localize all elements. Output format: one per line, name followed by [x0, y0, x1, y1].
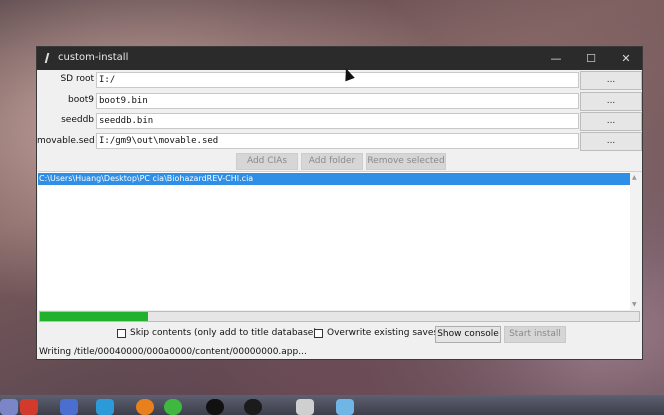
title-bar[interactable]: custom-install — ☐ ✕	[37, 47, 642, 70]
maximize-button[interactable]: ☐	[574, 47, 608, 70]
seeddb-field[interactable]: seeddb.bin	[96, 113, 579, 129]
cia-list[interactable]: C:\Users\Huang\Desktop\PC cia\BiohazardR…	[38, 171, 642, 310]
movable-sed-field[interactable]: I:/gm9\out\movable.sed	[96, 133, 579, 149]
scroll-down-icon[interactable]: ▼	[632, 301, 637, 308]
boot9-field[interactable]: boot9.bin	[96, 93, 579, 109]
scroll-up-icon[interactable]: ▲	[632, 174, 637, 181]
custom-install-window: custom-install — ☐ ✕ SD root I:/ ... boo…	[36, 46, 643, 360]
seeddb-browse-button[interactable]: ...	[580, 112, 642, 131]
window-title: custom-install	[58, 52, 129, 63]
close-button[interactable]: ✕	[609, 47, 643, 70]
minimize-button[interactable]: —	[539, 47, 573, 70]
status-text: Writing /title/00040000/000a0000/content…	[39, 347, 307, 357]
remove-selected-button[interactable]: Remove selected	[366, 153, 446, 170]
taskbar-app-icon[interactable]	[244, 399, 262, 415]
boot9-browse-button[interactable]: ...	[580, 92, 642, 111]
taskbar-app-icon[interactable]	[96, 399, 114, 415]
skip-contents-checkbox[interactable]	[117, 329, 126, 338]
skip-contents-label: Skip contents (only add to title databas…	[130, 328, 317, 338]
start-install-button[interactable]: Start install	[504, 326, 566, 343]
taskbar-app-icon[interactable]	[296, 399, 314, 415]
movable-sed-label: movable.sed	[37, 136, 95, 146]
add-folder-button[interactable]: Add folder	[301, 153, 363, 170]
show-console-button[interactable]: Show console	[435, 326, 501, 343]
overwrite-saves-label: Overwrite existing saves	[327, 328, 439, 338]
install-progress-bar	[39, 311, 640, 322]
progress-fill	[40, 312, 148, 321]
taskbar-app-icon[interactable]	[60, 399, 78, 415]
taskbar-app-icon[interactable]	[206, 399, 224, 415]
sd-root-label: SD root	[60, 74, 94, 84]
taskbar-app-icon[interactable]	[336, 399, 354, 415]
movable-sed-browse-button[interactable]: ...	[580, 132, 642, 151]
list-scrollbar[interactable]: ▲ ▼	[630, 172, 642, 310]
boot9-label: boot9	[68, 95, 94, 105]
taskbar-app-icon[interactable]	[164, 399, 182, 415]
add-cias-button[interactable]: Add CIAs	[236, 153, 298, 170]
overwrite-saves-checkbox[interactable]	[314, 329, 323, 338]
list-item[interactable]: C:\Users\Huang\Desktop\PC cia\BiohazardR…	[38, 173, 630, 185]
taskbar	[0, 395, 664, 415]
sd-root-field[interactable]: I:/	[96, 72, 579, 88]
taskbar-app-icon[interactable]	[0, 399, 18, 415]
seeddb-label: seeddb	[61, 115, 94, 125]
taskbar-app-icon[interactable]	[136, 399, 154, 415]
taskbar-app-icon[interactable]	[20, 399, 38, 415]
sd-root-browse-button[interactable]: ...	[580, 71, 642, 90]
app-icon	[44, 53, 57, 63]
